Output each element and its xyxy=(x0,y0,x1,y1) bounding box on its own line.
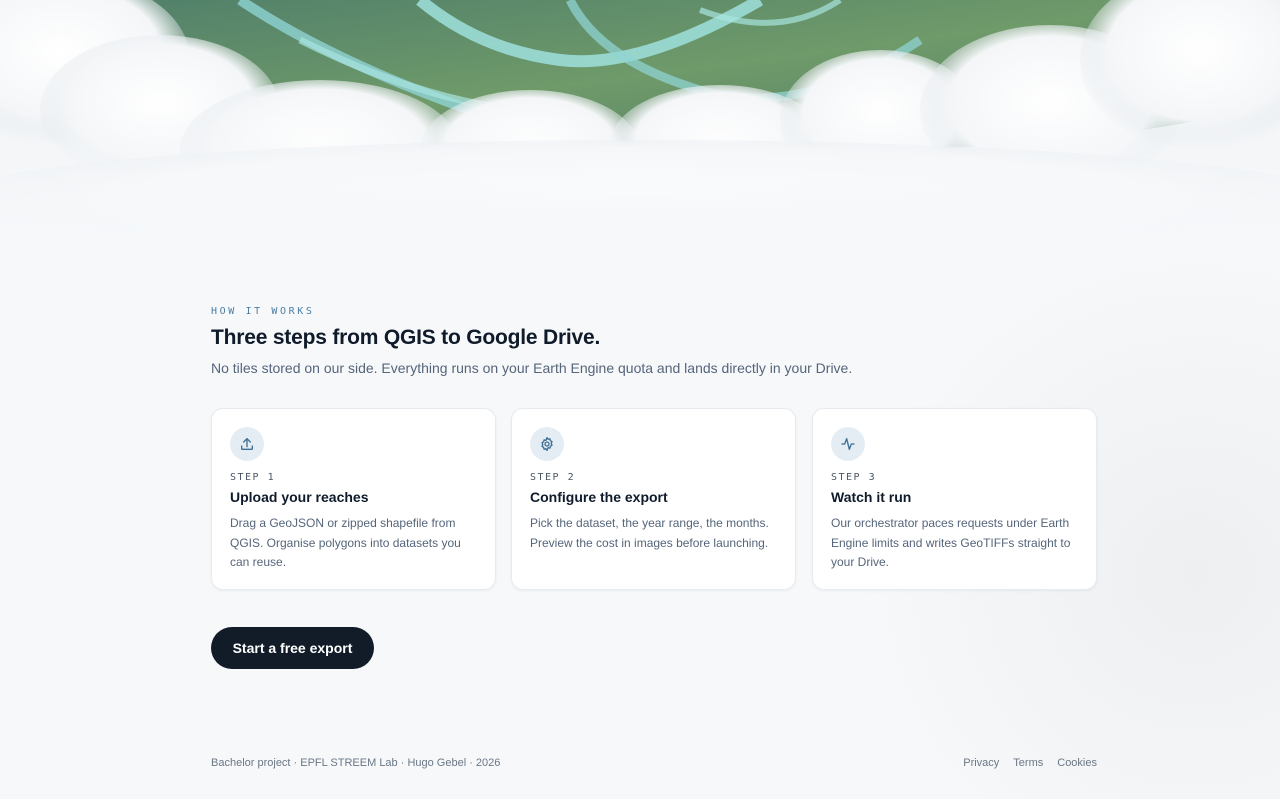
step-label: STEP 1 xyxy=(230,472,276,483)
step-description: Drag a GeoJSON or zipped shapefile from … xyxy=(230,516,461,569)
upload-icon xyxy=(230,427,264,461)
section-title: Three steps from QGIS to Google Drive. xyxy=(211,326,601,349)
step-card-2: STEP 2 Configure the export Pick the dat… xyxy=(511,408,796,590)
section-eyebrow: HOW IT WORKS xyxy=(211,306,315,317)
start-free-export-button[interactable]: Start a free export xyxy=(211,627,374,669)
step-description: Our orchestrator paces requests under Ea… xyxy=(831,516,1071,569)
activity-icon xyxy=(831,427,865,461)
footer-link-privacy[interactable]: Privacy xyxy=(963,757,999,769)
footer-link-terms[interactable]: Terms xyxy=(1013,757,1043,769)
footer-link-cookies[interactable]: Cookies xyxy=(1057,757,1097,769)
gear-icon xyxy=(530,427,564,461)
step-title: Watch it run xyxy=(831,489,912,505)
step-card-1: STEP 1 Upload your reaches Drag a GeoJSO… xyxy=(211,408,496,590)
step-description: Pick the dataset, the year range, the mo… xyxy=(530,516,769,550)
hero-banner-image xyxy=(0,0,1280,260)
step-title: Upload your reaches xyxy=(230,489,369,505)
footer-credit: Bachelor project · EPFL STREEM Lab · Hug… xyxy=(211,757,501,769)
footer-links: Privacy Terms Cookies xyxy=(963,757,1097,769)
section-subtitle: No tiles stored on our side. Everything … xyxy=(211,360,853,376)
step-title: Configure the export xyxy=(530,489,668,505)
step-label: STEP 3 xyxy=(831,472,877,483)
step-label: STEP 2 xyxy=(530,472,576,483)
steps-cards: STEP 1 Upload your reaches Drag a GeoJSO… xyxy=(211,408,1097,590)
step-card-3: STEP 3 Watch it run Our orchestrator pac… xyxy=(812,408,1097,590)
